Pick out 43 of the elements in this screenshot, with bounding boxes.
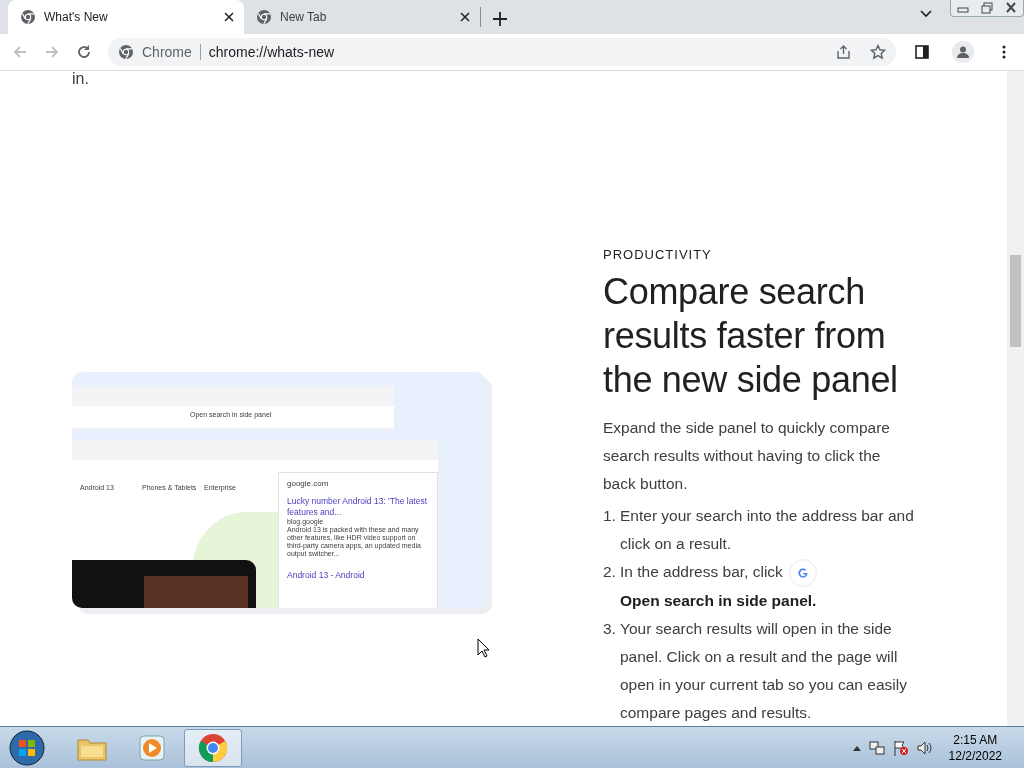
chevron-down-icon[interactable] — [920, 10, 932, 18]
step-number: 1. — [603, 506, 616, 526]
intro-paragraph: Expand the side panel to quickly compare search results without having to click the back button. — [603, 418, 891, 494]
clock-date: 12/2/2022 — [948, 747, 1002, 764]
result-title[interactable]: Lucky number Android 13: 'The latest features and... — [287, 496, 429, 518]
browser-tab[interactable]: What's New — [8, 0, 244, 34]
close-icon[interactable] — [460, 12, 470, 22]
section-heading: Compare search results faster from the new side panel — [603, 270, 899, 402]
scrollbar[interactable] — [1007, 71, 1024, 726]
step-number: 2. — [603, 562, 616, 582]
step-text: In the address bar, click — [620, 563, 783, 580]
reload-icon[interactable] — [76, 44, 92, 60]
speaker-icon[interactable] — [916, 739, 933, 756]
new-tab-icon[interactable] — [493, 12, 507, 26]
taskbar-button[interactable] — [184, 728, 242, 767]
flag-icon[interactable] — [892, 739, 909, 756]
browser-tab[interactable]: New Tab — [244, 0, 480, 34]
share-icon[interactable] — [836, 44, 852, 60]
url-text: chrome://whats-new — [208, 44, 336, 60]
network-icon[interactable] — [868, 739, 885, 756]
chrome-logo-icon — [198, 732, 228, 763]
step-text: Enter your search into the address bar and click on a result. — [620, 507, 914, 552]
step-text: Your search results will open in the side panel. Click on a result and the page will open in your current tab so you can easily compare pages and results. — [620, 619, 907, 721]
mouse-pointer-icon — [477, 638, 491, 658]
paragraph-text: in. — [72, 71, 89, 89]
address-bar[interactable]: Chrome chrome://whats-new — [108, 38, 896, 66]
site-label: google.com — [287, 479, 330, 488]
clock[interactable]: 2:15 AM 12/2/2022 — [948, 731, 1002, 764]
site-label: Chrome — [142, 44, 192, 60]
clock-time: 2:15 AM — [953, 731, 998, 748]
chrome-logo-icon — [256, 9, 272, 25]
start-button[interactable] — [8, 728, 46, 767]
step-number: 3. — [603, 618, 616, 639]
step-action-text: Open search in side panel. — [620, 590, 817, 611]
side-panel-icon[interactable] — [914, 44, 930, 60]
chrome-logo-icon — [20, 9, 36, 25]
result-title[interactable]: Android 13 - Android — [287, 570, 429, 580]
chrome-logo-icon — [118, 44, 134, 60]
category-label: PRODUCTIVITY — [603, 247, 713, 262]
profile-avatar[interactable] — [952, 41, 974, 63]
close-icon[interactable] — [224, 12, 234, 22]
show-hidden-icons-icon[interactable] — [852, 744, 861, 751]
star-icon[interactable] — [870, 44, 886, 60]
